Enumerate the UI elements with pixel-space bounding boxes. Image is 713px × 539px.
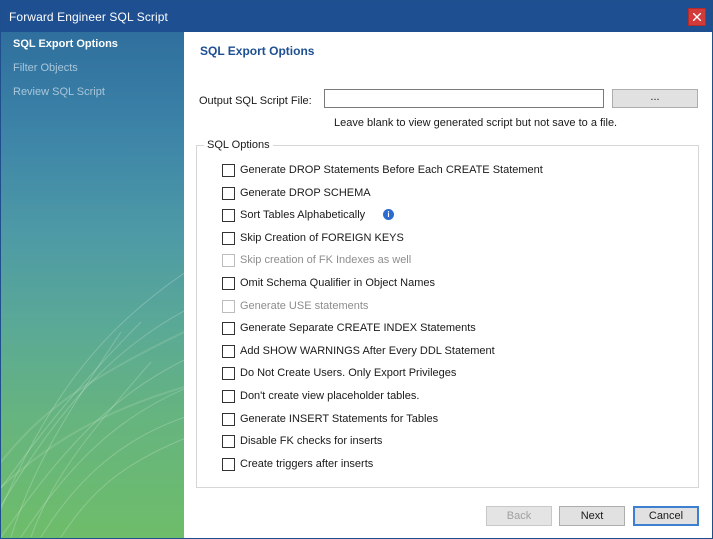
option-label: Sort Tables Alphabetically bbox=[240, 209, 366, 221]
option-checkbox[interactable] bbox=[222, 413, 235, 426]
window-title: Forward Engineer SQL Script bbox=[9, 10, 168, 24]
option-checkbox[interactable] bbox=[222, 164, 235, 177]
option-checkbox[interactable] bbox=[222, 345, 235, 358]
option-checkbox[interactable] bbox=[222, 435, 235, 448]
option-checkbox[interactable] bbox=[222, 187, 235, 200]
sql-options-title: SQL Options bbox=[204, 139, 273, 151]
option-checkbox[interactable] bbox=[222, 232, 235, 245]
option-label: Omit Schema Qualifier in Object Names bbox=[240, 277, 436, 289]
title-bar[interactable]: Forward Engineer SQL Script bbox=[1, 1, 712, 32]
output-file-label: Output SQL Script File: bbox=[199, 95, 312, 107]
option-label: Do Not Create Users. Only Export Privile… bbox=[240, 367, 457, 379]
option-checkbox bbox=[222, 300, 235, 313]
option-label: Generate DROP SCHEMA bbox=[240, 187, 371, 199]
next-button[interactable]: Next bbox=[559, 506, 625, 526]
wizard-sidebar: SQL Export Options Filter Objects Review… bbox=[1, 32, 184, 538]
sidebar-item-filter-objects[interactable]: Filter Objects bbox=[13, 62, 78, 74]
option-label: Create triggers after inserts bbox=[240, 458, 374, 470]
output-file-hint: Leave blank to view generated script but… bbox=[334, 117, 618, 129]
option-checkbox[interactable] bbox=[222, 458, 235, 471]
option-checkbox[interactable] bbox=[222, 277, 235, 290]
dialog-window: Forward Engineer SQL Script SQL Export O… bbox=[0, 0, 713, 539]
option-label: Disable FK checks for inserts bbox=[240, 435, 383, 447]
option-label: Generate INSERT Statements for Tables bbox=[240, 413, 439, 425]
info-icon[interactable]: i bbox=[383, 209, 394, 220]
option-checkbox[interactable] bbox=[222, 322, 235, 335]
option-checkbox[interactable] bbox=[222, 367, 235, 380]
main-content: SQL Export Options Output SQL Script Fil… bbox=[184, 32, 712, 538]
option-checkbox bbox=[222, 254, 235, 267]
browse-button[interactable]: ... bbox=[612, 89, 698, 108]
option-checkbox[interactable] bbox=[222, 209, 235, 222]
output-file-input[interactable] bbox=[324, 89, 604, 108]
sidebar-background-art bbox=[1, 272, 184, 538]
back-button[interactable]: Back bbox=[486, 506, 552, 526]
close-button[interactable] bbox=[688, 8, 706, 26]
sidebar-item-review-sql-script[interactable]: Review SQL Script bbox=[13, 86, 105, 98]
option-label: Generate DROP Statements Before Each CRE… bbox=[240, 164, 543, 176]
page-title: SQL Export Options bbox=[200, 44, 315, 58]
option-label: Skip Creation of FOREIGN KEYS bbox=[240, 232, 404, 244]
option-label: Skip creation of FK Indexes as well bbox=[240, 254, 412, 266]
option-label: Don't create view placeholder tables. bbox=[240, 390, 420, 402]
option-checkbox[interactable] bbox=[222, 390, 235, 403]
sidebar-item-sql-export-options[interactable]: SQL Export Options bbox=[13, 38, 118, 50]
cancel-button[interactable]: Cancel bbox=[633, 506, 699, 526]
close-icon bbox=[693, 13, 701, 21]
option-label: Generate USE statements bbox=[240, 300, 369, 312]
option-label: Add SHOW WARNINGS After Every DDL Statem… bbox=[240, 345, 495, 357]
option-label: Generate Separate CREATE INDEX Statement… bbox=[240, 322, 476, 334]
